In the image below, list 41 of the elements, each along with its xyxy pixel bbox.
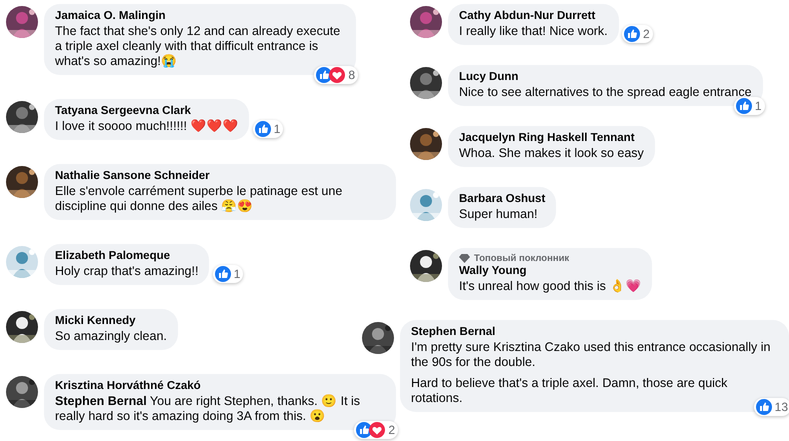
commenter-name[interactable]: Lucy Dunn [459,70,752,85]
comment-text: I love it soooo much!!!!!! ❤❤❤ [55,119,238,134]
reaction-count: 1 [274,122,280,136]
reaction-count: 1 [754,99,762,113]
comment-text: Elle s'envole carrément superbe le patinage est une discipline qui donne des ailes 😤😍 [55,184,344,214]
reaction-count: 2 [388,423,395,437]
fan-label: Топовый поклонник [474,253,570,264]
reaction-count: 2 [642,27,650,41]
reaction-count: 8 [348,68,355,82]
reactions-pill[interactable]: 1 [734,97,765,115]
commenter-name[interactable]: Nathalie Sansone Schneider [55,169,385,184]
comment-text: Nice to see alternatives to the spread eagle entrance [459,85,752,100]
reactions-pill[interactable]: 1 [212,265,244,283]
commenter-name[interactable]: Elizabeth Palomeque [55,249,198,264]
commenter-name[interactable]: Jamaica O. Malingin [55,9,345,24]
commenter-name[interactable]: Wally Young [459,264,642,279]
reactions-pill[interactable]: 2 [622,25,653,43]
diamond-icon [459,254,470,263]
comment-text: I'm pretty sure Krisztina Czako used this entrance occasionally in the 90s for the double. [411,340,772,370]
commenter-name[interactable]: Tatyana Sergeevna Clark [55,104,238,119]
reaction-count: 1 [234,267,240,281]
comment-text: I really like that! Nice work. [459,24,608,39]
commenter-name[interactable]: Stephen Bernal [411,325,778,340]
comment-text: Whoa. She makes it look so easy [459,146,644,161]
commenter-name[interactable]: Krisztina Horváthné Czakó [55,379,385,394]
commenter-name[interactable]: Barbara Oshust [459,192,546,207]
comment-text: Holy crap that's amazing!! [55,264,198,279]
comment-text: Stephen Bernal You are right Stephen, thanks. 🙂 It is really hard so it's amazing doing 3A from this. 😮 [55,394,362,424]
commenter-name[interactable]: Jacquelyn Ring Haskell Tennant [459,131,644,146]
reactions-pill[interactable]: 2 [354,421,398,439]
commenter-name[interactable]: Micki Kennedy [55,314,167,329]
comment-text: The fact that she's only 12 and can already execute a triple axel cleanly with that difficult entrance is what's so amazing!😭 [55,24,342,69]
commenter-name[interactable]: Cathy Abdun-Nur Durrett [459,9,608,24]
reactions-pill[interactable]: 8 [314,66,358,84]
comment-text: It's unreal how good this is 👌💗 [459,279,642,294]
reaction-count: 13 [774,400,788,414]
comment-text: Super human! [459,207,539,222]
comment-text: Hard to believe that's a triple axel. Damn, those are quick rotations. [411,376,728,406]
reactions-pill[interactable]: 13 [754,398,789,416]
comment-text: So amazingly clean. [55,329,167,344]
reactions-pill[interactable]: 1 [252,120,284,138]
